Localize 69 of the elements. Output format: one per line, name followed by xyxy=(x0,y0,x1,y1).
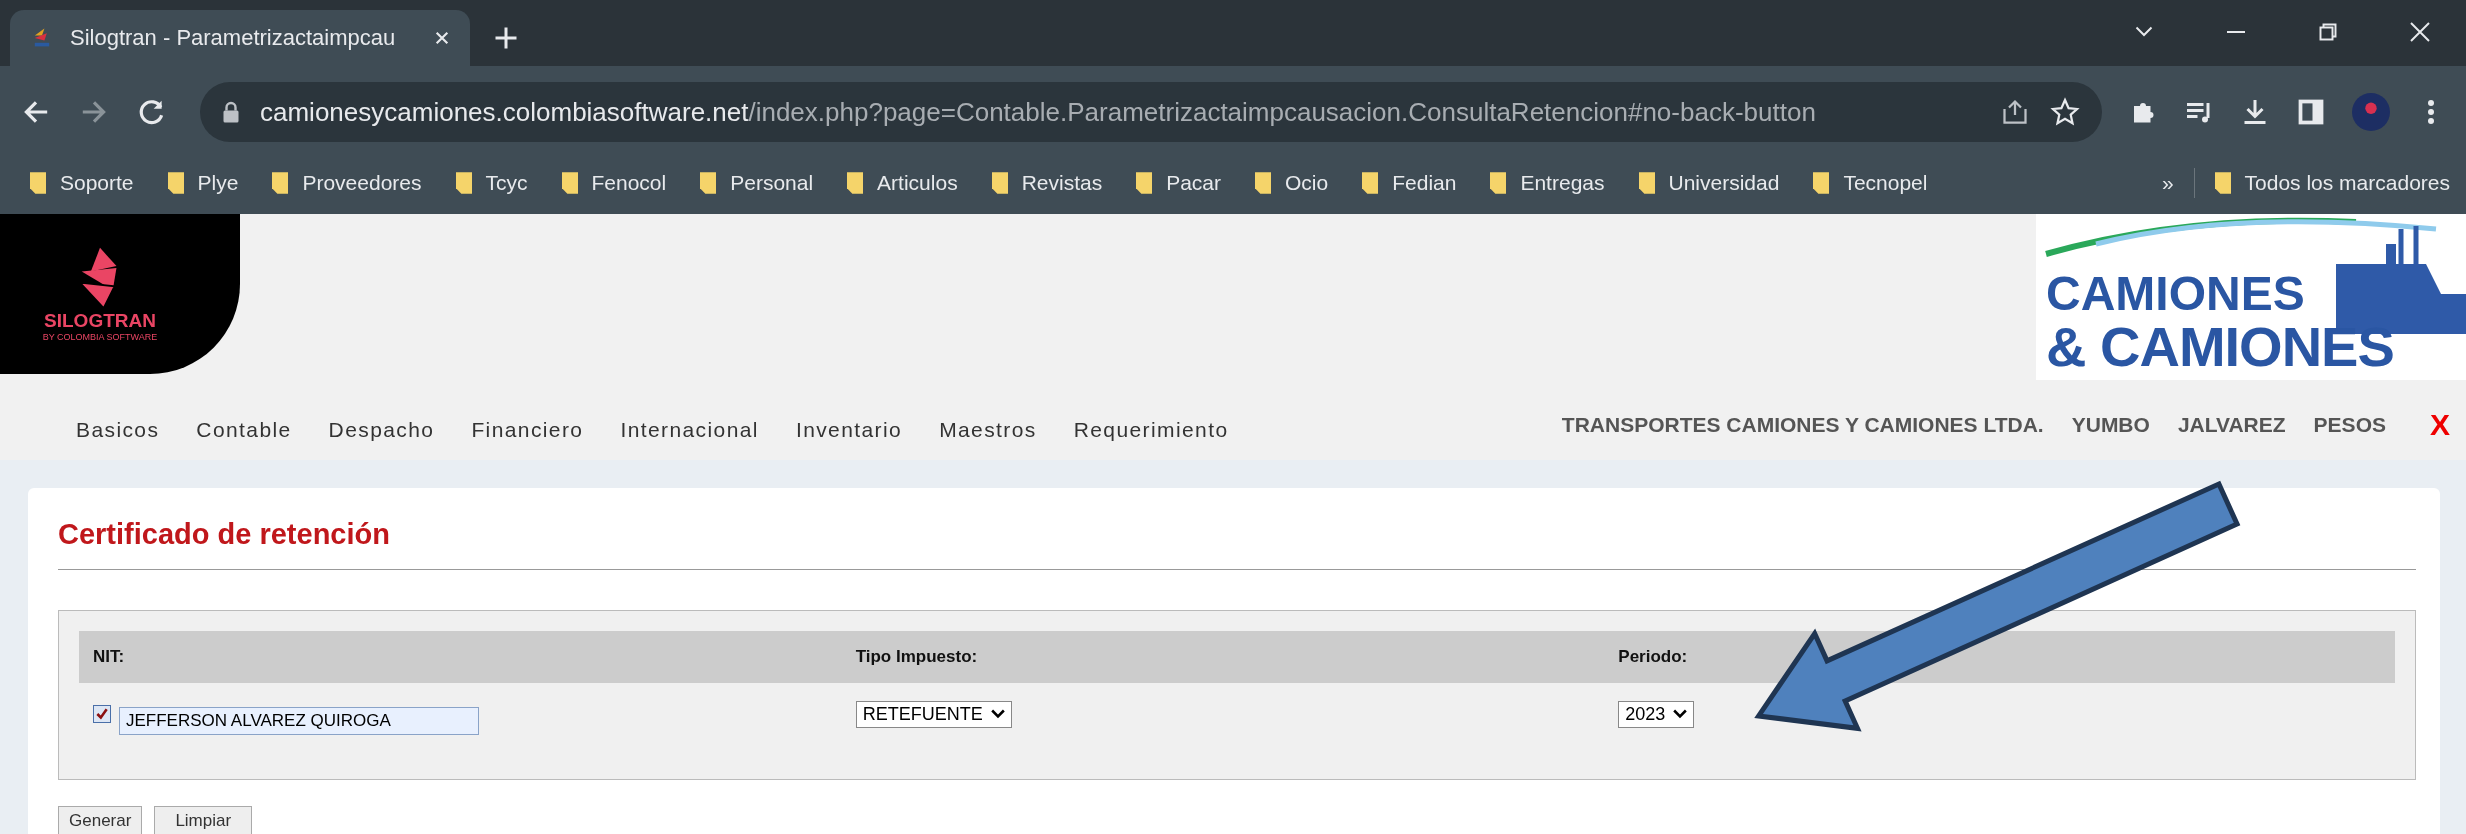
checkbox[interactable] xyxy=(93,705,111,723)
silogtran-logo: SILOGTRAN BY COLOMBIA SOFTWARE xyxy=(0,214,240,374)
tax-type-select[interactable]: RETEFUENTE xyxy=(855,700,1012,728)
close-tab-icon[interactable] xyxy=(434,30,450,46)
bookmark-folder[interactable]: Articulos xyxy=(847,171,958,195)
chevron-down-icon xyxy=(1673,709,1688,719)
session-info: PESOS xyxy=(2313,413,2386,437)
column-header: Tipo Impuesto: xyxy=(855,647,979,667)
bookmark-folder[interactable]: Entregas xyxy=(1490,171,1605,195)
star-icon[interactable] xyxy=(2050,97,2080,127)
more-bookmarks-button[interactable]: » xyxy=(2161,171,2174,195)
profile-avatar-icon[interactable] xyxy=(2352,93,2390,131)
folder-icon xyxy=(700,172,717,194)
bookmark-folder[interactable]: Soporte xyxy=(30,171,134,195)
session-info: TRANSPORTES CAMIONES Y CAMIONES LTDA. xyxy=(1561,413,2044,437)
column-header: NIT: xyxy=(93,647,126,667)
bookmark-folder[interactable]: Tcyc xyxy=(455,171,528,195)
menu-item[interactable]: Requerimiento xyxy=(1073,418,1229,442)
form-button[interactable]: Limpiar xyxy=(154,806,253,834)
new-tab-icon[interactable] xyxy=(494,26,518,50)
period-select[interactable]: 2023 xyxy=(1618,700,1695,728)
menu-item[interactable]: Basicos xyxy=(76,418,160,442)
menu-item[interactable]: Financiero xyxy=(471,418,584,442)
menu-item[interactable]: Inventario xyxy=(795,418,903,442)
folder-icon xyxy=(1362,172,1379,194)
nit-input[interactable]: JEFFERSON ALVAREZ QUIROGA xyxy=(119,707,479,735)
folder-icon xyxy=(1638,172,1655,194)
tab-title: Silogtran - Parametrizactaimpcau xyxy=(70,25,397,51)
folder-icon xyxy=(561,172,578,194)
bookmark-folder[interactable]: Pacar xyxy=(1136,171,1222,195)
column-header: Periodo: xyxy=(1618,647,1689,667)
menu-item[interactable]: Maestros xyxy=(939,418,1037,442)
bookmark-folder[interactable]: Plye xyxy=(167,171,239,195)
session-info: YUMBO xyxy=(2071,413,2150,437)
folder-icon xyxy=(1490,172,1507,194)
folder-icon xyxy=(272,172,289,194)
company-logo: CAMIONES & CAMIONES xyxy=(2036,214,2466,380)
bookmark-folder[interactable]: Fedian xyxy=(1362,171,1457,195)
chevron-down-icon xyxy=(990,709,1005,719)
bookmark-folder[interactable]: Proveedores xyxy=(272,171,422,195)
menu-item[interactable]: Internacional xyxy=(620,418,759,442)
lock-icon xyxy=(222,101,240,123)
form-button[interactable]: Generar xyxy=(58,806,143,834)
page-title: Certificado de retención xyxy=(58,518,391,551)
browser-tab[interactable]: Silogtran - Parametrizactaimpcau xyxy=(10,10,470,66)
bookmark-folder[interactable]: Ocio xyxy=(1255,171,1329,195)
address-bar[interactable]: camionesycamiones.colombiasoftware.net/index.php?page=Contable.Parametrizactaimpcausacion.ConsultaRetencion#no-back-button xyxy=(200,82,2102,142)
bookmark-folder[interactable]: Todos los marcadores xyxy=(2214,171,2450,195)
side-panel-icon[interactable] xyxy=(2296,97,2326,127)
share-icon[interactable] xyxy=(2000,97,2030,127)
folder-icon xyxy=(1136,172,1153,194)
close-icon[interactable] xyxy=(2408,20,2432,44)
bookmark-folder[interactable]: Revistas xyxy=(991,171,1103,195)
folder-icon xyxy=(2214,172,2231,194)
logout-link[interactable]: X xyxy=(2430,408,2450,442)
session-info: JALVAREZ xyxy=(2177,413,2286,437)
menu-item[interactable]: Contable xyxy=(196,418,292,442)
folder-icon xyxy=(455,172,472,194)
folder-icon xyxy=(30,172,46,194)
folder-icon xyxy=(847,172,864,194)
folder-icon xyxy=(991,172,1008,194)
bookmark-folder[interactable]: Personal xyxy=(700,171,814,195)
bookmark-folder[interactable]: Tecnopel xyxy=(1813,171,1928,195)
folder-icon xyxy=(167,172,184,194)
bookmark-folder[interactable]: Universidad xyxy=(1638,171,1780,195)
folder-icon xyxy=(1255,172,1272,194)
menu-item[interactable]: Despacho xyxy=(328,418,435,442)
folder-icon xyxy=(1813,172,1830,194)
bookmark-folder[interactable]: Fenocol xyxy=(561,171,667,195)
